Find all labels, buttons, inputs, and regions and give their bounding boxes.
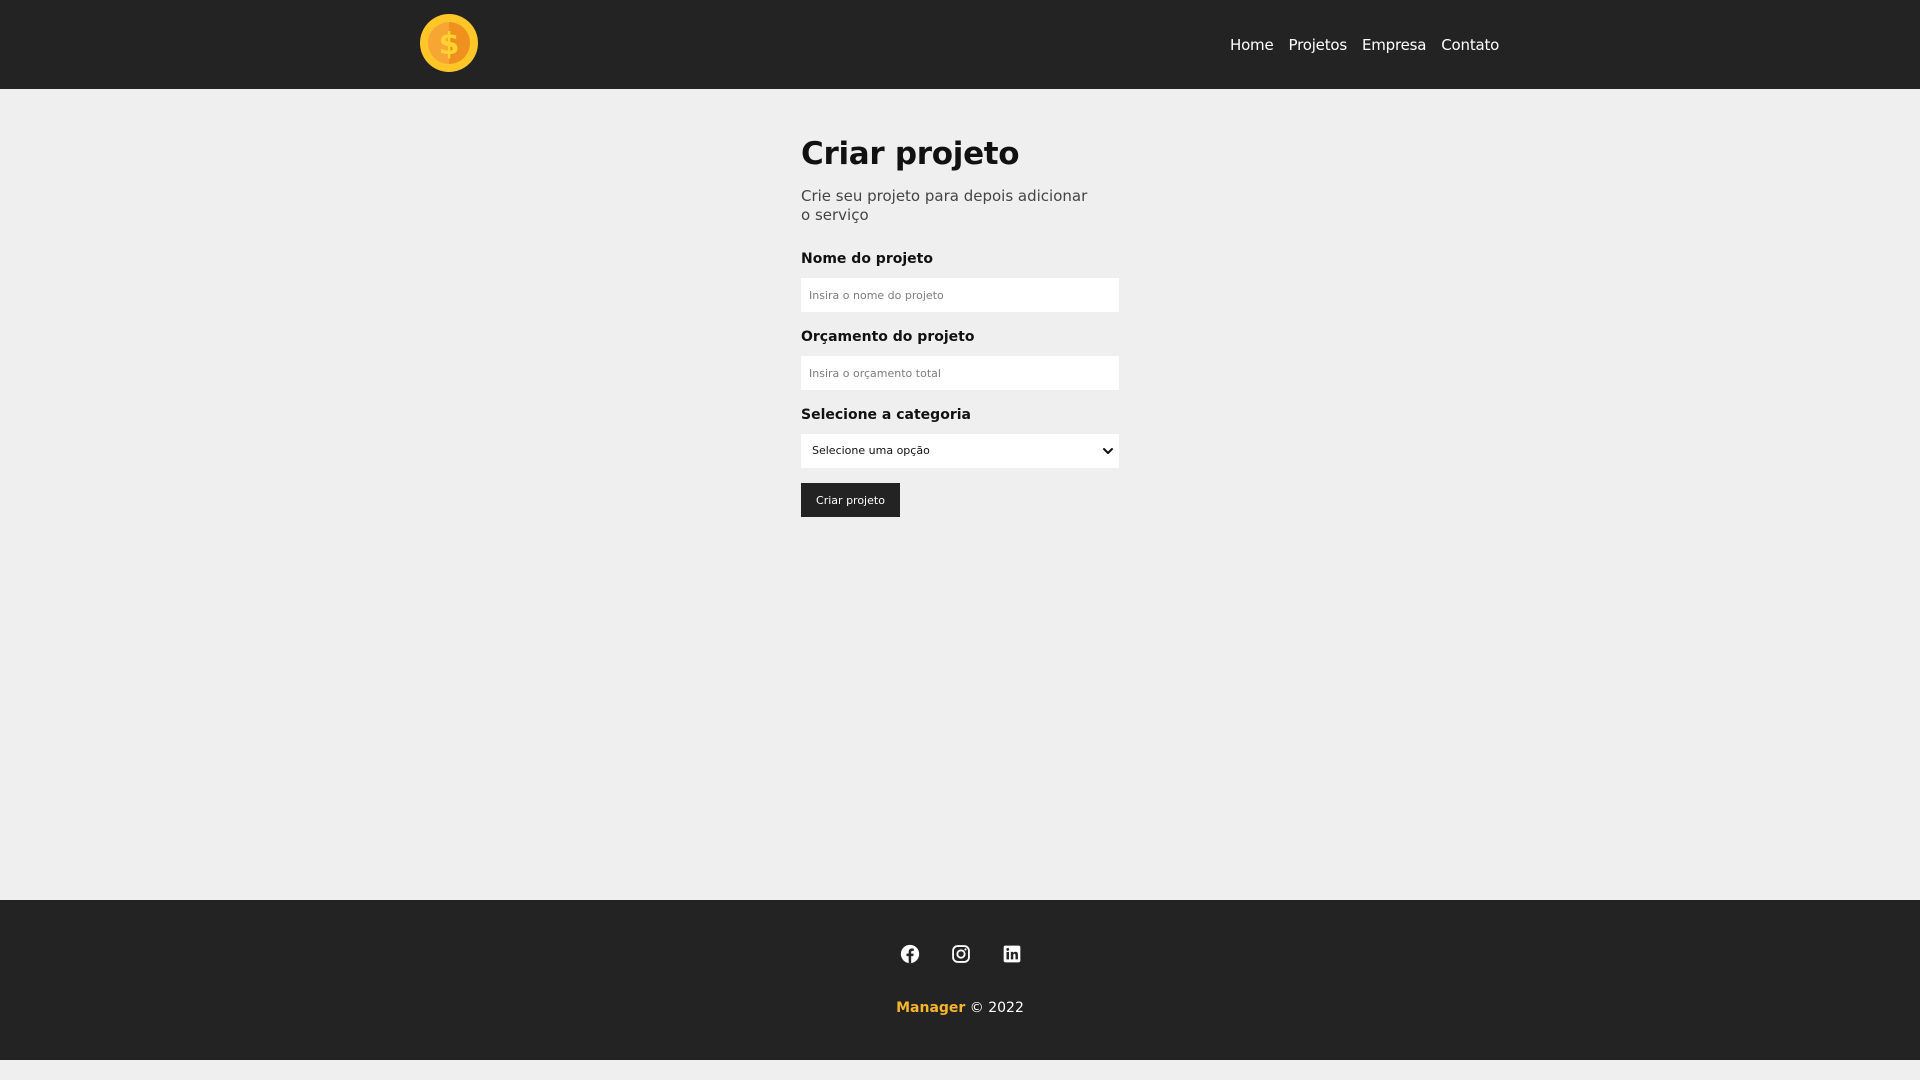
coin-dollar-icon[interactable]: $ [419,13,479,73]
nav-link-projetos[interactable]: Projetos [1289,35,1348,55]
category-select[interactable]: Selecione uma opção [801,434,1119,468]
instagram-icon[interactable] [951,944,971,964]
facebook-icon[interactable] [900,944,920,964]
nav-item-contato: Contato [1441,35,1499,55]
nav-links: Home Projetos Empresa Contato [1230,0,1499,89]
social-item-facebook[interactable] [900,944,920,964]
linkedin-icon[interactable] [1002,944,1022,964]
project-name-input[interactable] [801,278,1119,312]
create-project-container: Criar projeto Crie seu projeto para depo… [801,133,1121,517]
social-item-instagram[interactable] [951,944,971,964]
brand-name: Manager [896,1000,966,1016]
project-budget-label: Orçamento do projeto [801,329,975,345]
social-list [900,944,1022,964]
copyright: Manager © 2022 [0,998,1920,1018]
nav-link-contato[interactable]: Contato [1441,35,1499,55]
create-project-form: Nome do projeto Orçamento do projeto Sel… [801,250,1121,517]
nav-link-home[interactable]: Home [1230,35,1274,55]
navbar: $ Home Projetos Empresa Contato [0,0,1920,89]
svg-text:$: $ [439,27,460,62]
footer [0,900,1920,1060]
project-name-label: Nome do projeto [801,251,933,267]
social-item-linkedin[interactable] [1002,944,1022,964]
create-project-button[interactable]: Criar projeto [801,483,900,517]
nav-item-empresa: Empresa [1362,35,1426,55]
nav-item-projetos: Projetos [1289,35,1348,55]
nav-item-home: Home [1230,35,1274,55]
page-title: Criar projeto [801,136,1020,172]
chevron-down-icon [1103,448,1113,454]
category-select-value: Selecione uma opção [812,444,930,457]
nav-link-empresa[interactable]: Empresa [1362,35,1426,55]
copyright-suffix: © 2022 [969,1000,1024,1016]
category-label: Selecione a categoria [801,407,971,423]
page-subtitle: Crie seu projeto para depois adicionar o… [801,187,1088,224]
project-budget-input[interactable] [801,356,1119,390]
